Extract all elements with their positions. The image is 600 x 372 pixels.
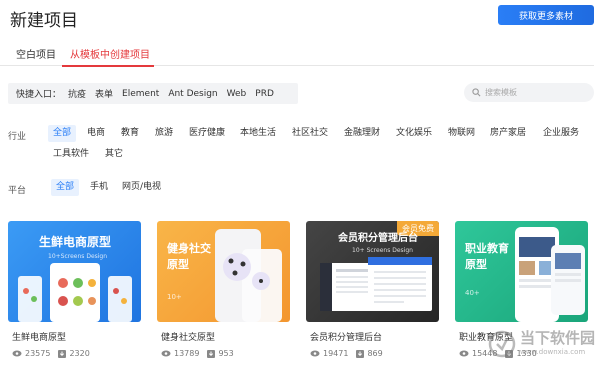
industry-chip[interactable]: 物联网 (448, 125, 475, 142)
eye-icon (459, 350, 469, 357)
quick-entry-item[interactable]: Ant Design (168, 89, 217, 99)
card-stats: 13789 953 (157, 349, 290, 358)
card-stats: 23575 2320 (8, 349, 141, 358)
view-count: 23575 (12, 349, 50, 358)
industry-chip[interactable]: 教育 (121, 125, 139, 142)
download-icon (207, 349, 216, 358)
card-name: 健身社交原型 (161, 333, 216, 343)
tab-bar: 空白项目 从模板中创建项目 (0, 38, 594, 67)
active-tab-underline (62, 65, 154, 67)
download-count: 2320 (58, 349, 90, 358)
download-icon (356, 349, 365, 358)
industry-chip[interactable]: 房产家居 (490, 125, 526, 142)
phone-mockup-image (515, 227, 585, 322)
industry-chip-all[interactable]: 全部 (48, 125, 77, 142)
card-stats: 19471 869 (306, 349, 439, 358)
download-count: 953 (207, 349, 234, 358)
quick-entry-bar: 快捷入口： 抗疫 表单 Element Ant Design Web PRD (8, 83, 298, 104)
watermark-url: www.downxia.com (520, 348, 586, 356)
search-input[interactable]: 搜索模板 (464, 83, 594, 102)
template-thumbnail[interactable]: 会员免费 会员积分管理后台 10+ Screens Design (306, 221, 439, 322)
eye-icon (310, 350, 320, 357)
platform-chip[interactable]: 网页/电视 (122, 179, 161, 196)
industry-chip[interactable]: 工具软件 (53, 146, 89, 163)
template-card[interactable]: 会员免费 会员积分管理后台 10+ Screens Design 会员积分管理后… (306, 221, 439, 358)
platform-label: 平台 (8, 186, 27, 196)
industry-chip[interactable]: 其它 (105, 146, 123, 163)
industry-chip[interactable]: 文化娱乐 (396, 125, 432, 142)
view-count: 13789 (161, 349, 199, 358)
industry-chip[interactable]: 电商 (87, 125, 105, 142)
card-name: 生鲜电商原型 (12, 333, 67, 343)
quick-entry-item[interactable]: 表单 (95, 87, 113, 100)
watermark-logo-icon (488, 330, 516, 358)
industry-chip[interactable]: 医疗健康 (189, 125, 225, 142)
template-thumbnail[interactable]: 生鲜电商原型 10+Screens Design (8, 221, 141, 322)
quick-entry-item[interactable]: 抗疫 (68, 87, 86, 100)
phone-mockup-image (215, 229, 282, 322)
tab-from-template[interactable]: 从模板中创建项目 (70, 46, 150, 61)
dashboard-mockup-image (320, 257, 432, 311)
quick-entry-item[interactable]: Web (227, 89, 247, 99)
industry-chip[interactable]: 旅游 (155, 125, 173, 142)
card-name: 会员积分管理后台 (310, 333, 383, 343)
template-card[interactable]: 健身社交 原型 10+ 健身社交原型 13789 953 (157, 221, 290, 358)
search-placeholder: 搜索模板 (485, 88, 517, 97)
industry-chip[interactable]: 企业服务 (543, 125, 579, 142)
quick-entry-label: 快捷入口： (16, 90, 62, 100)
get-more-materials-button[interactable]: 获取更多素材 (498, 5, 594, 25)
eye-icon (12, 350, 22, 357)
eye-icon (161, 350, 171, 357)
industry-label: 行业 (8, 132, 27, 142)
download-icon (58, 349, 67, 358)
template-thumbnail[interactable]: 职业教育 原型 40+ (455, 221, 588, 322)
view-count: 19471 (310, 349, 348, 358)
watermark-text: 当下软件园 (520, 329, 596, 347)
platform-chip-all[interactable]: 全部 (51, 179, 80, 196)
quick-entry-item[interactable]: Element (122, 89, 159, 99)
industry-chip[interactable]: 社区社交 (292, 125, 328, 142)
download-count: 869 (356, 349, 383, 358)
site-watermark: 当下软件园 www.downxia.com (488, 326, 598, 366)
search-icon (472, 88, 481, 97)
phone-mockup-image (18, 263, 132, 322)
template-thumbnail[interactable]: 健身社交 原型 10+ (157, 221, 290, 322)
tab-blank-project[interactable]: 空白项目 (16, 46, 56, 61)
platform-chip[interactable]: 手机 (90, 179, 108, 196)
industry-chip[interactable]: 本地生活 (240, 125, 276, 142)
industry-chip[interactable]: 金融理财 (344, 125, 380, 142)
template-card[interactable]: 生鲜电商原型 10+Screens Design 生鲜电商原型 23575 23… (8, 221, 141, 358)
quick-entry-item[interactable]: PRD (255, 89, 274, 99)
page-title: 新建项目 (10, 11, 78, 31)
